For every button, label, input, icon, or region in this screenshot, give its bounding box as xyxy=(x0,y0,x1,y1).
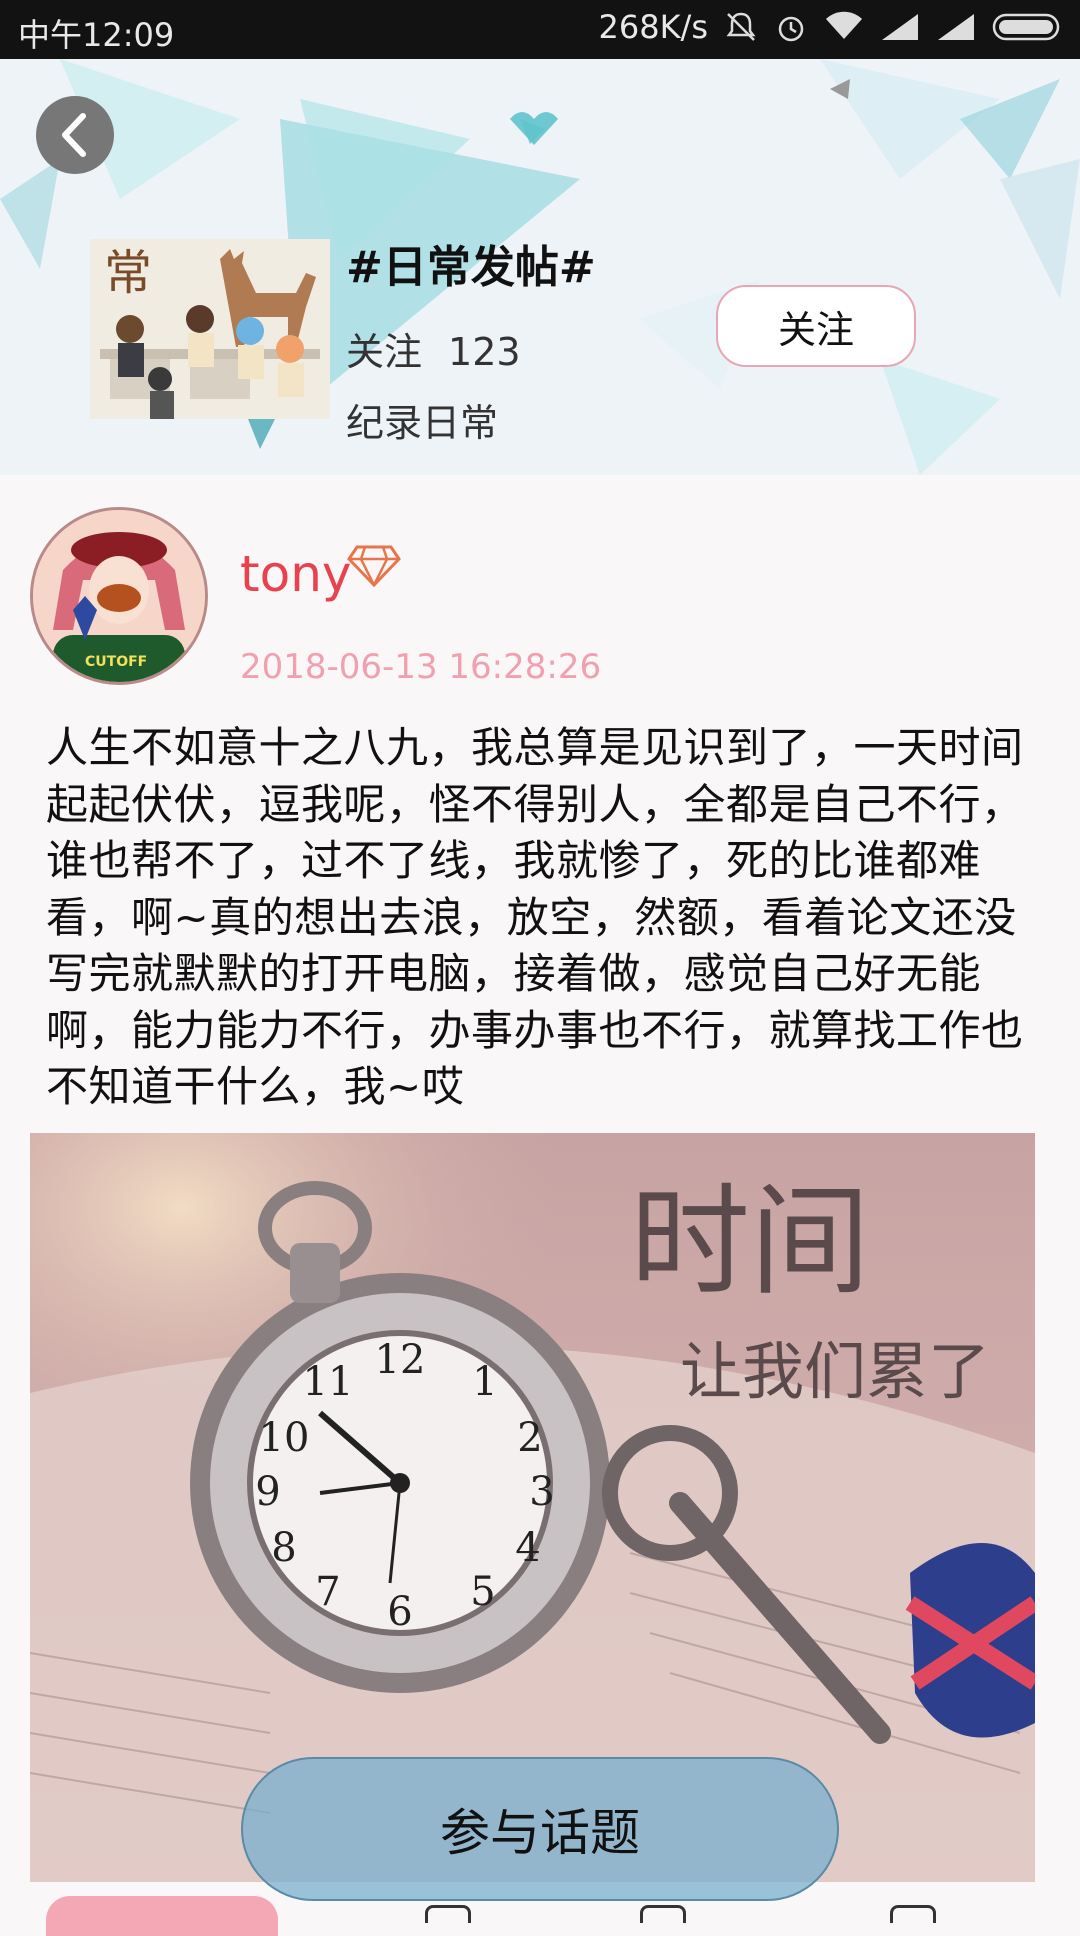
network-speed: 268K/s xyxy=(598,8,708,46)
post-body: 人生不如意十之八九，我总算是见识到了，一天时间起起伏伏，逗我呢，怪不得别人，全都… xyxy=(46,723,1024,1111)
svg-text:12: 12 xyxy=(375,1337,426,1383)
svg-text:2: 2 xyxy=(517,1415,542,1461)
signal-icon xyxy=(882,14,918,40)
svg-text:8: 8 xyxy=(271,1525,296,1571)
topic-cover-image: 常 xyxy=(90,239,330,419)
svg-text:4: 4 xyxy=(515,1525,540,1571)
signal-icon-2 xyxy=(938,14,974,40)
image-caption-subtitle: 让我们累了 xyxy=(680,1335,990,1408)
mute-bell-icon xyxy=(726,12,756,41)
follow-button[interactable]: 关注 xyxy=(716,285,916,367)
post-username[interactable]: tony xyxy=(240,545,351,603)
diamond-icon xyxy=(347,545,401,587)
status-time: 中午12:09 xyxy=(18,16,175,54)
svg-text:5: 5 xyxy=(470,1569,495,1615)
battery-icon xyxy=(992,13,1060,41)
svg-text:6: 6 xyxy=(387,1589,412,1635)
follow-count-label: 关注 xyxy=(346,330,423,374)
post-timestamp: 2018-06-13 16:28:26 xyxy=(240,647,602,687)
bottom-tab-icon-4[interactable] xyxy=(890,1905,936,1923)
wifi-icon xyxy=(826,11,862,40)
back-button[interactable] xyxy=(36,96,114,174)
svg-text:9: 9 xyxy=(255,1469,280,1515)
follow-count-value: 123 xyxy=(448,330,521,374)
topic-title: #日常发帖# xyxy=(346,242,596,293)
alarm-icon xyxy=(778,16,804,42)
chevron-left-icon xyxy=(62,113,86,157)
topic-follow-count: 关注 123 xyxy=(346,321,521,376)
bottom-tab-icon-3[interactable] xyxy=(640,1905,686,1923)
svg-text:10: 10 xyxy=(259,1415,310,1461)
svg-text:11: 11 xyxy=(303,1359,354,1405)
image-caption-title: 时间 xyxy=(630,1173,870,1312)
svg-text:7: 7 xyxy=(315,1569,340,1615)
bottom-tab-icon-2[interactable] xyxy=(425,1905,471,1923)
avatar[interactable]: CUTOFF xyxy=(30,507,208,685)
topic-description: 纪录日常 xyxy=(346,401,499,445)
topic-header: 常 #日常发帖# 关注 123 纪录日常 关注 xyxy=(0,59,1080,475)
bottom-tab-active[interactable] xyxy=(46,1896,278,1936)
svg-text:常: 常 xyxy=(104,245,152,301)
join-topic-button[interactable]: 参与话题 xyxy=(241,1757,839,1901)
svg-text:CUTOFF: CUTOFF xyxy=(85,654,147,670)
svg-text:1: 1 xyxy=(472,1359,497,1405)
svg-text:3: 3 xyxy=(529,1469,554,1515)
status-bar: 中午12:09 268K/s xyxy=(0,0,1080,59)
